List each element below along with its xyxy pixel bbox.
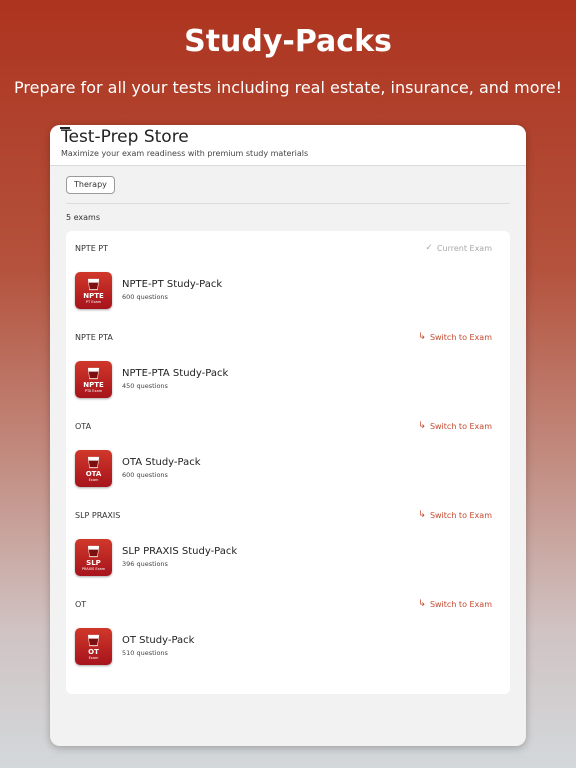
exam-group: OT ↳ Switch to Exam OT Exam OT Study-Pac… [66, 587, 510, 676]
study-pack-icon[interactable]: OT Exam [75, 628, 112, 665]
icon-exam-caption: PT Exam [85, 300, 102, 304]
icon-exam-caption: PRAXIS Exam [81, 567, 106, 571]
pack-name[interactable]: OTA Study-Pack [122, 457, 201, 468]
beer-glass-icon [87, 278, 100, 291]
icon-exam-code: NPTE [83, 381, 104, 389]
status-label: Current Exam [436, 244, 492, 253]
exam-group: NPTE PT ✓ Current Exam NPTE PT Exam NPTE… [66, 231, 510, 320]
switch-arrow-icon: ↳ [418, 599, 426, 609]
app-screen: Test-Prep Store Maximize your exam readi… [50, 125, 526, 746]
exam-group-label: NPTE PTA [75, 333, 113, 342]
study-pack-icon[interactable]: OTA Exam [75, 450, 112, 487]
pack-name[interactable]: NPTE-PTA Study-Pack [122, 368, 228, 379]
beer-glass-icon [87, 367, 100, 380]
question-count: 396 questions [122, 560, 168, 568]
icon-exam-code: NPTE [83, 292, 104, 300]
switch-to-exam-button[interactable]: ↳ Switch to Exam [418, 510, 492, 521]
study-pack-icon[interactable]: SLP PRAXIS Exam [75, 539, 112, 576]
icon-exam-code: OTA [85, 470, 102, 478]
exam-list: NPTE PT ✓ Current Exam NPTE PT Exam NPTE… [66, 231, 510, 694]
exam-count: 5 exams [66, 213, 101, 222]
study-pack-icon[interactable]: NPTE PTA Exam [75, 361, 112, 398]
exam-group-label: OT [75, 600, 87, 609]
exam-group-label: NPTE PT [75, 244, 109, 253]
beer-glass-icon [87, 545, 100, 558]
beer-glass-icon [87, 634, 100, 647]
exam-group: OTA ↳ Switch to Exam OTA Exam OTA Study-… [66, 409, 510, 498]
exam-group: SLP PRAXIS ↳ Switch to Exam SLP PRAXIS E… [66, 498, 510, 587]
filter-divider [66, 203, 510, 204]
current-exam-indicator: ✓ Current Exam [425, 243, 492, 254]
exam-group-label: SLP PRAXIS [75, 511, 121, 520]
icon-exam-caption: Exam [88, 656, 99, 660]
switch-to-exam-button[interactable]: ↳ Switch to Exam [418, 421, 492, 432]
switch-arrow-icon: ↳ [418, 332, 426, 342]
switch-arrow-icon: ↳ [418, 421, 426, 431]
beer-glass-icon [87, 456, 100, 469]
exam-group: NPTE PTA ↳ Switch to Exam NPTE PTA Exam … [66, 320, 510, 409]
status-label: Switch to Exam [429, 333, 492, 342]
page-title: Test-Prep Store [61, 127, 189, 147]
question-count: 600 questions [122, 471, 168, 479]
icon-exam-caption: PTA Exam [84, 389, 103, 393]
pack-name[interactable]: SLP PRAXIS Study-Pack [122, 546, 237, 557]
switch-arrow-icon: ↳ [418, 510, 426, 520]
question-count: 600 questions [122, 293, 168, 301]
exam-group-label: OTA [75, 422, 92, 431]
checkmark-icon: ✓ [425, 243, 433, 253]
switch-to-exam-button[interactable]: ↳ Switch to Exam [418, 332, 492, 343]
icon-exam-caption: Exam [88, 478, 99, 482]
study-pack-icon[interactable]: NPTE PT Exam [75, 272, 112, 309]
question-count: 450 questions [122, 382, 168, 390]
switch-to-exam-button[interactable]: ↳ Switch to Exam [418, 599, 492, 610]
status-label: Switch to Exam [429, 600, 492, 609]
hero-title: Study-Packs [184, 24, 392, 59]
pack-name[interactable]: NPTE-PT Study-Pack [122, 279, 222, 290]
hero-subtitle: Prepare for all your tests including rea… [14, 78, 562, 97]
status-label: Switch to Exam [429, 422, 492, 431]
status-label: Switch to Exam [429, 511, 492, 520]
pack-name[interactable]: OT Study-Pack [122, 635, 194, 646]
page-subtitle: Maximize your exam readiness with premiu… [61, 149, 309, 158]
filter-chip-therapy[interactable]: Therapy [66, 176, 115, 194]
icon-exam-code: SLP [86, 559, 101, 567]
store-header: Test-Prep Store Maximize your exam readi… [50, 125, 526, 166]
icon-exam-code: OT [88, 648, 99, 656]
question-count: 510 questions [122, 649, 168, 657]
